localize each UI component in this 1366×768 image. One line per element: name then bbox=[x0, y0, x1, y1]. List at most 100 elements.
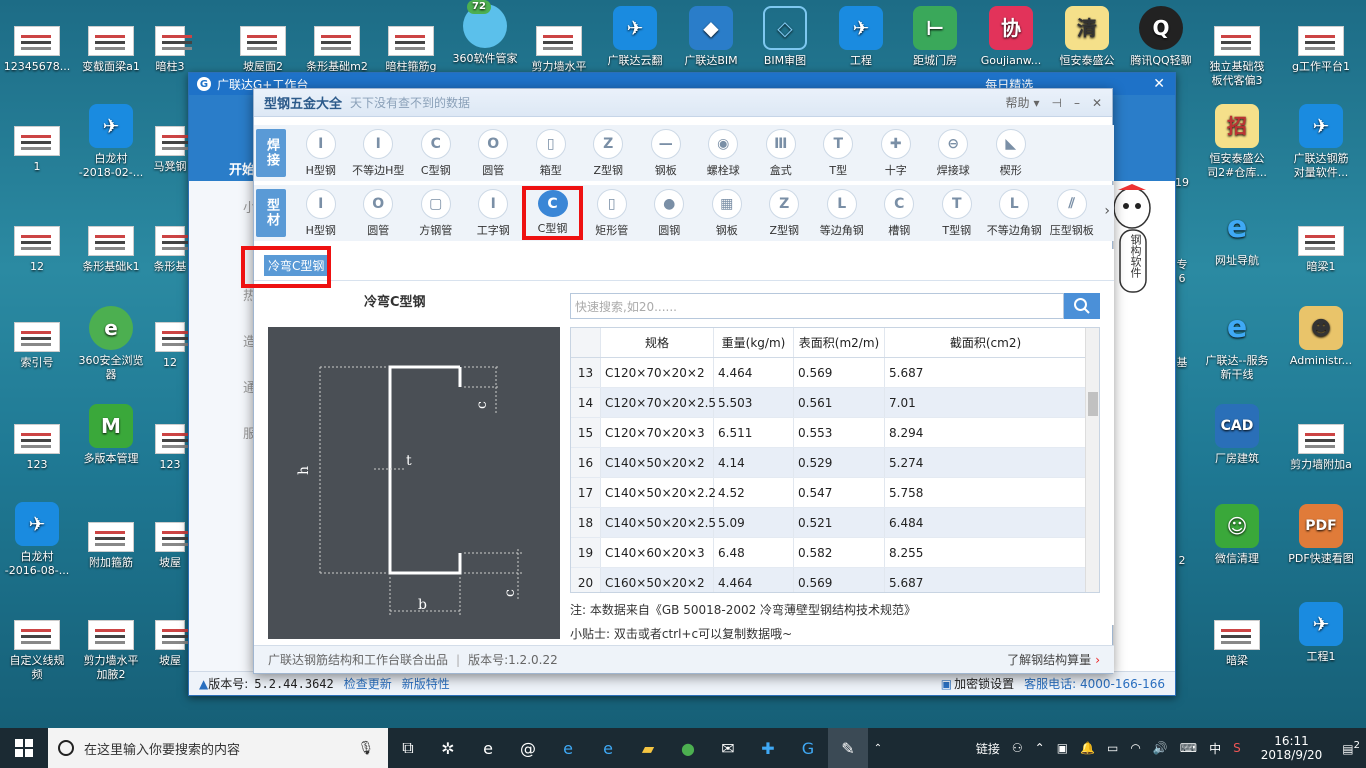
header-spec[interactable]: 规格 bbox=[601, 328, 714, 357]
chevron-right-icon[interactable]: › bbox=[1104, 203, 1110, 219]
task-view-icon[interactable]: ⧉ bbox=[388, 728, 428, 768]
tool-h-beam[interactable]: I H型钢 bbox=[292, 186, 350, 240]
tool-z-steel[interactable]: Z Z型钢 bbox=[756, 186, 814, 240]
spiral-app-icon[interactable]: @ bbox=[508, 728, 548, 768]
tool-round-tube[interactable]: O 圆管 bbox=[350, 186, 408, 240]
tool-unequal-angle[interactable]: L 不等边角钢 bbox=[986, 186, 1044, 240]
tool-welded-ball[interactable]: ⊖ 焊接球 bbox=[925, 126, 983, 180]
chevron-right-icon[interactable]: › bbox=[1095, 653, 1100, 667]
quick-search-input[interactable]: 快速搜索,如20...... bbox=[570, 293, 1064, 319]
tool-welded-box[interactable]: ▯ 箱型 bbox=[522, 126, 580, 180]
tool-round-bar[interactable]: ● 圆钢 bbox=[641, 186, 699, 240]
desktop-icon[interactable]: 12345678... bbox=[0, 26, 74, 74]
file-explorer-icon[interactable]: ▰ bbox=[628, 728, 668, 768]
active-app-icon[interactable]: ✎ bbox=[828, 728, 868, 768]
dongle-settings-link[interactable]: 加密锁设置 bbox=[954, 675, 1014, 692]
tool-welded-plate[interactable]: — 钢板 bbox=[637, 126, 695, 180]
desktop-icon[interactable]: g工作平台1 bbox=[1284, 26, 1358, 74]
table-row[interactable]: 16 C140×50×20×2 4.14 0.529 5.274 bbox=[571, 448, 1099, 478]
desktop-icon[interactable]: 1 bbox=[0, 126, 74, 174]
tool-equal-angle[interactable]: L 等边角钢 bbox=[813, 186, 871, 240]
table-scrollbar[interactable] bbox=[1085, 328, 1099, 592]
tool-square-tube[interactable]: ▢ 方钢管 bbox=[407, 186, 465, 240]
keyboard-icon[interactable]: ⌨ bbox=[1174, 741, 1203, 755]
close-icon[interactable]: ✕ bbox=[1153, 76, 1165, 92]
glodon-g-icon[interactable]: G bbox=[788, 728, 828, 768]
app-tray-icon[interactable]: ▣ bbox=[1051, 741, 1074, 755]
tool-welded-round-tube[interactable]: O 圆管 bbox=[465, 126, 523, 180]
desktop-icon[interactable]: ✈ 广联达云翻 bbox=[598, 6, 672, 68]
desktop-icon[interactable]: 马凳钢 bbox=[150, 126, 192, 174]
wifi-icon[interactable]: ◠ bbox=[1124, 741, 1146, 755]
tool-profiled-deck[interactable]: ⫽ 压型钢板 bbox=[1043, 186, 1101, 240]
scrollbar-thumb[interactable] bbox=[1088, 392, 1098, 416]
microphone-icon[interactable]: 🎙 bbox=[357, 741, 374, 756]
desktop-icon[interactable]: e 网址导航 bbox=[1200, 206, 1274, 268]
desktop-icon[interactable]: 独立基础筏 板代客偏3 bbox=[1200, 26, 1274, 88]
desktop-icon[interactable]: 123 bbox=[0, 424, 74, 472]
table-row[interactable]: 17 C140×50×20×2.2 4.52 0.547 5.758 bbox=[571, 478, 1099, 508]
table-row[interactable]: 14 C120×70×20×2.5 5.503 0.561 7.01 bbox=[571, 388, 1099, 418]
desktop-icon[interactable]: ◇ BIM审图 bbox=[748, 6, 822, 68]
desktop-icon[interactable]: PDF PDF快速看图 bbox=[1284, 504, 1358, 566]
clock[interactable]: 16:11 2018/9/20 bbox=[1247, 734, 1337, 762]
tool-welded-h-beam[interactable]: I H型钢 bbox=[292, 126, 350, 180]
desktop-icon[interactable]: 索引号 bbox=[0, 322, 74, 370]
action-center-icon[interactable]: ▤2 bbox=[1336, 740, 1366, 756]
desktop-icon[interactable]: 附加箍筋 bbox=[74, 522, 148, 570]
desktop-icon[interactable]: ⊢ 距城门房 bbox=[898, 6, 972, 68]
header-surface-area[interactable]: 表面积(m2/m) bbox=[794, 328, 885, 357]
pin-icon[interactable]: ⊣ bbox=[1051, 96, 1061, 110]
header-weight[interactable]: 重量(kg/m) bbox=[714, 328, 794, 357]
table-row[interactable]: 18 C140×50×20×2.5 5.09 0.521 6.484 bbox=[571, 508, 1099, 538]
mail-icon[interactable]: ✉ bbox=[708, 728, 748, 768]
check-update-link[interactable]: 检查更新 bbox=[344, 675, 392, 692]
desktop-icon[interactable]: 条形基础k1 bbox=[74, 226, 148, 274]
tool-welded-unequal-h[interactable]: I 不等边H型 bbox=[350, 126, 408, 180]
desktop-icon[interactable]: 条形基 bbox=[150, 226, 192, 274]
people-icon[interactable]: ⚇ bbox=[1006, 741, 1029, 755]
desktop-icon[interactable]: 暗柱箍筋g bbox=[374, 26, 448, 74]
desktop-icon[interactable]: 剪力墙附加a bbox=[1284, 424, 1358, 472]
volume-icon[interactable]: 🔊 bbox=[1147, 741, 1174, 755]
tool-welded-t[interactable]: T T型 bbox=[810, 126, 868, 180]
desktop-icon[interactable]: M 多版本管理 bbox=[74, 404, 148, 466]
desktop-icon[interactable]: 自定义线规 频 bbox=[0, 620, 74, 682]
tool-c-steel-selected[interactable]: C C型钢 bbox=[522, 186, 583, 240]
nav-start[interactable]: 开始 bbox=[229, 159, 255, 178]
desktop-icon[interactable]: ✈ 白龙村 -2016-08-... bbox=[0, 502, 74, 578]
tool-rect-tube[interactable]: ▯ 矩形管 bbox=[583, 186, 641, 240]
search-button[interactable] bbox=[1064, 293, 1100, 319]
desktop-icon[interactable]: ✈ 白龙村 -2018-02-... bbox=[74, 104, 148, 180]
desktop-icon[interactable]: 12 bbox=[150, 322, 192, 370]
tool-box-type[interactable]: Ⅲ 盒式 bbox=[752, 126, 810, 180]
tool-channel[interactable]: C 槽钢 bbox=[871, 186, 929, 240]
desktop-icon[interactable]: Q 腾讯QQ轻聊 bbox=[1124, 6, 1198, 68]
tool-bolt-ball[interactable]: ◉ 螺栓球 bbox=[695, 126, 753, 180]
header-section-area[interactable]: 截面积(cm2) bbox=[885, 328, 1087, 357]
tool-cross[interactable]: ✚ 十字 bbox=[867, 126, 925, 180]
desktop-icon[interactable]: 暗梁1 bbox=[1284, 226, 1358, 274]
fan-app-icon[interactable]: ✲ bbox=[428, 728, 468, 768]
edge-legacy-icon[interactable]: e bbox=[468, 728, 508, 768]
chevron-down-icon[interactable]: ▾ bbox=[1033, 96, 1039, 110]
desktop-icon[interactable]: CAD 厂房建筑 bbox=[1200, 404, 1274, 466]
desktop-icon[interactable]: ✈ 工程1 bbox=[1284, 602, 1358, 664]
tool-wedge[interactable]: ◣ 楔形 bbox=[982, 126, 1040, 180]
desktop-icon[interactable]: 清恒安泰盛公 bbox=[1050, 6, 1124, 68]
desktop-icon[interactable]: 剪力墙水平 bbox=[522, 26, 596, 74]
new-features-link[interactable]: 新版特性 bbox=[402, 675, 450, 692]
desktop-icon[interactable]: e 广联达--服务 新干线 bbox=[1200, 306, 1274, 382]
close-icon[interactable]: ✕ bbox=[1092, 96, 1102, 110]
desktop-icon[interactable]: 12 bbox=[0, 226, 74, 274]
notification-bell-icon[interactable]: 🔔 bbox=[1074, 741, 1101, 755]
360-browser-icon[interactable]: ● bbox=[668, 728, 708, 768]
ie-icon[interactable]: e bbox=[588, 728, 628, 768]
desktop-icon[interactable]: 72 360软件管家 bbox=[448, 0, 522, 66]
desktop-icon[interactable]: ☺ 微信清理 bbox=[1200, 504, 1274, 566]
desktop-icon[interactable]: 坡屋 bbox=[150, 522, 192, 570]
desktop-icon[interactable]: 暗梁 bbox=[1200, 620, 1274, 668]
desktop-icon[interactable]: 招恒安泰盛公 司2#仓库... bbox=[1200, 104, 1274, 180]
start-button[interactable] bbox=[0, 728, 48, 768]
desktop-icon[interactable]: 剪力墙水平 加腋2 bbox=[74, 620, 148, 682]
